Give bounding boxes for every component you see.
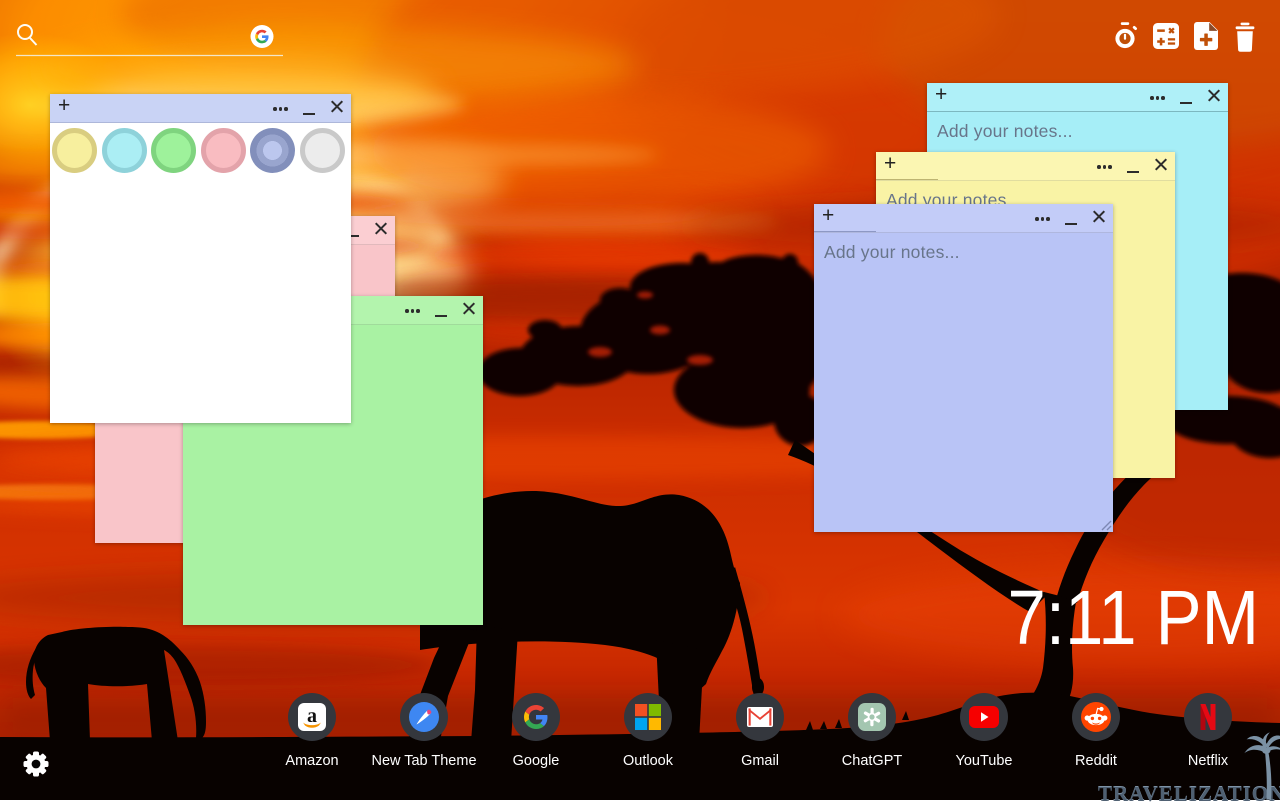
svg-text:a: a <box>307 705 317 727</box>
